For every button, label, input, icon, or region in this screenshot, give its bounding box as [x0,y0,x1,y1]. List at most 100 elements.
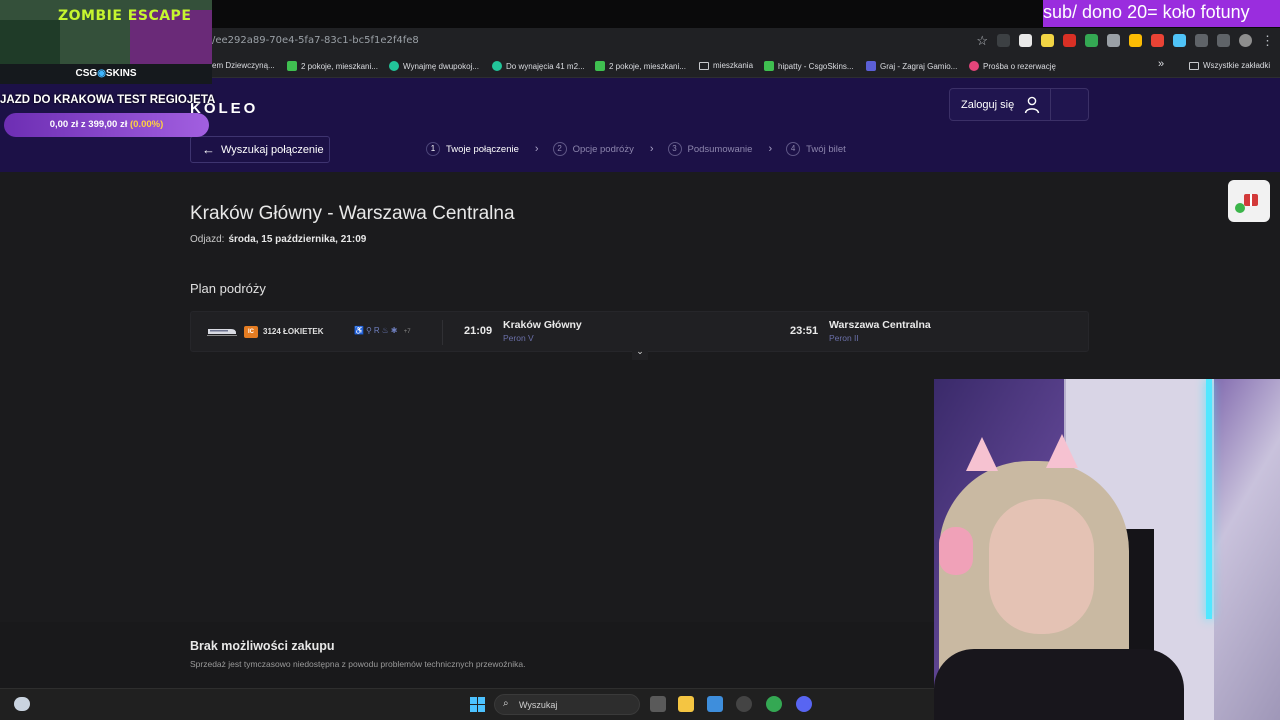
back-to-search-button[interactable]: ← Wyszukaj połączenie [190,136,330,163]
game-title: ZOMBIE ESCAPE [58,8,192,24]
step-summary: 3 Podsumowanie [667,142,753,156]
file-explorer-icon[interactable] [678,696,694,712]
departure-value: środa, 15 października, 21:09 [228,234,367,245]
headset-ear-icon [966,437,998,471]
step-number: 4 [786,142,801,156]
webcam-face [989,499,1094,634]
bookmark-item[interactable]: Graj - Zagraj Gamio... [866,61,957,71]
bookmark-folder[interactable]: mieszkania [699,61,753,70]
stream-banner: sub/ dono 20= koło fotuny [1043,0,1280,27]
seat-icon: ⚲ [365,326,374,335]
more-bookmarks-button[interactable]: » [1158,58,1164,70]
adblock-icon[interactable] [1063,34,1076,47]
puzzle-icon[interactable] [1195,34,1208,47]
profile-avatar-icon[interactable] [1239,34,1252,47]
bookmark-item[interactable]: Prośba o rezerwację [969,61,1056,71]
chat-widget-button[interactable] [1228,180,1270,222]
bookmark-item[interactable]: Wynajmę dwupokoj... [389,61,479,71]
all-bookmarks-folder[interactable]: Wszystkie zakładki [1189,61,1270,70]
url-text[interactable]: /ee292a89-70e4-5fa7-83c1-bc5f1e2f4fe8 [212,35,419,46]
bookmark-item[interactable]: Do wynajęcia 41 m2... [492,61,585,71]
carrier-badge: IC [244,326,258,338]
arrival-station: Warszawa Centralna [829,319,931,331]
bookmark-label: Graj - Zagraj Gamio... [880,61,958,71]
notice-title: Brak możliwości zakupu [190,639,335,653]
reading-list-icon[interactable] [1217,34,1230,47]
bicycle-icon: ♿ [354,326,366,335]
store-icon[interactable] [707,696,723,712]
chevron-right-icon: › [534,143,539,155]
login-label: Zaloguj się [961,99,1015,111]
step-label: Twój bilet [806,143,846,155]
goal-separator: z [80,119,86,130]
webcam-body [934,649,1184,720]
chevron-right-icon: › [649,143,654,155]
step-travel-options: 2 Opcje podróży [552,142,634,156]
extension-icon[interactable] [1041,34,1054,47]
departure-time: 21:09 [464,325,493,337]
banner-text: sub/ dono 20= koło fotuny [1043,2,1250,22]
headset-ear-icon [1046,434,1078,468]
extension-icon[interactable] [997,34,1010,47]
weather-icon[interactable] [14,697,30,711]
discord-icon[interactable] [796,696,812,712]
step-label: Opcje podróży [572,143,634,155]
bookmark-item[interactable]: 2 pokoje, mieszkani... [287,61,378,71]
chrome-icon[interactable] [766,696,782,712]
headset-icon [939,527,973,575]
goal-percent: (0.00%) [130,119,164,130]
extension-icon[interactable] [1019,34,1032,47]
arrival-platform: Peron II [829,333,859,343]
shield-icon[interactable] [1107,34,1120,47]
journey-card[interactable]: IC 3124 ŁOKIETEK ♿⚲R♨✱ +7 21:09 Kraków G… [190,311,1089,360]
sponsor-brand: CSG◉SKINS [0,64,212,84]
chevron-down-icon[interactable]: ⌄ [632,346,648,360]
page-title: Kraków Główny - Warszawa Centralna [190,203,515,224]
bookmark-item[interactable]: 2 pokoje, mieszkani... [595,61,686,71]
game-overlay: ZOMBIE ESCAPE CSG◉SKINS [0,0,212,84]
reservation-icon: R [373,326,382,335]
plan-title: Plan podróży [190,281,266,296]
brand-text: SKINS [105,68,137,79]
bookmark-label: em Dziewczyną... [212,61,275,70]
chevron-right-icon: › [768,143,773,155]
bookmark-favicon-icon [969,61,979,71]
step-label: Podsumowanie [687,143,753,155]
donation-goal-title: JAZD DO KRAKOWA TEST REGIOJETA [0,94,216,106]
extension-icon[interactable] [1151,34,1164,47]
bookmark-favicon-icon [389,61,399,71]
bookmark-favicon-icon [595,61,605,71]
bookmark-favicon-icon [287,61,297,71]
bookmark-star-icon[interactable]: ☆ [976,34,988,47]
brand-logo-icon: ◉ [97,68,106,79]
progress-steps: 1 Twoje połączenie › 2 Opcje podróży › 3… [426,142,846,156]
bookmark-item[interactable]: hipatty - CsgoSkins... [764,61,854,71]
notice-text: Sprzedaż jest tymczasowo niedostępna z p… [190,659,526,669]
bookmark-item[interactable]: em Dziewczyną... [212,61,275,70]
extension-icon[interactable] [1173,34,1186,47]
amenities-more: +7 [403,329,411,335]
donation-goal-bar: 0,00 zł z 399,00 zł (0.00%) [4,113,209,137]
extension-icon[interactable] [1085,34,1098,47]
divider [1050,89,1051,120]
step-label: Twoje połączenie [446,143,519,155]
webcam-led-strip [1206,379,1212,619]
arrow-left-icon: ← [202,142,215,157]
step-number: 3 [667,142,682,156]
screen: /ee292a89-70e4-5fa7-83c1-bc5f1e2f4fe8 ☆ … [0,0,1280,720]
departure-info: Odjazd: środa, 15 października, 21:09 [190,234,366,245]
bookmark-label: hipatty - CsgoSkins... [778,61,854,71]
step-your-ticket: 4 Twój bilet [786,142,846,156]
taskbar-search[interactable]: ⌕ Wyszukaj [494,694,640,715]
login-button[interactable]: Zaloguj się [949,88,1089,121]
windows-start-icon[interactable] [470,697,485,712]
train-number: 3124 ŁOKIETEK [263,327,324,336]
divider [442,320,443,345]
task-view-icon[interactable] [650,696,666,712]
user-icon [1024,96,1040,114]
search-placeholder: Wyszukaj [519,700,558,710]
menu-dots-icon[interactable]: ⋮ [1261,34,1274,47]
bookmark-label: Wynajmę dwupokoj... [403,61,479,71]
extension-icon[interactable] [1129,34,1142,47]
app-icon[interactable] [736,696,752,712]
